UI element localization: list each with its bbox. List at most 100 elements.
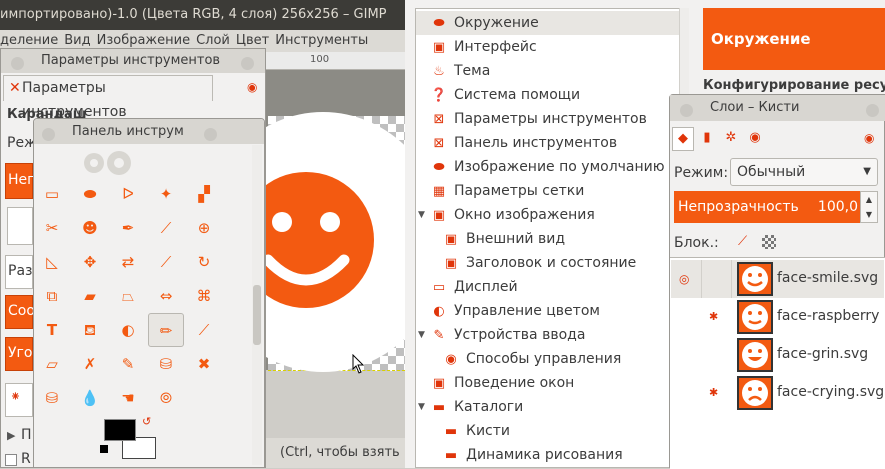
chain-link-icon[interactable]: ✱ [709, 386, 718, 399]
layer-name[interactable]: face-grin.svg [777, 346, 868, 362]
layers-titlebar[interactable]: Слои – Кисти [670, 95, 885, 121]
layer-row-smile[interactable]: ◎ face-smile.svg [671, 260, 884, 298]
size-slider[interactable]: Раз [5, 255, 33, 289]
pref-item[interactable]: ◉ Способы управления [416, 347, 680, 371]
pref-item[interactable]: ▭ Дисплей [416, 275, 680, 299]
bucket-fill-icon[interactable]: ⛾ [72, 313, 108, 347]
pencil-icon[interactable]: ✏ [148, 313, 184, 347]
color-picker-icon[interactable]: ⟋ [148, 211, 184, 245]
ellipse-select-icon[interactable]: ⬬ [72, 177, 108, 211]
pref-item[interactable]: ▬ Кисти [416, 419, 680, 443]
tab-channels-icon[interactable]: ▮ [696, 127, 718, 151]
pref-item[interactable]: ▣ Заголовок и состояние [416, 251, 680, 275]
dock-menu-icon[interactable]: ◉ [864, 131, 874, 145]
expander-arrow-icon[interactable]: ▼ [418, 323, 425, 347]
paths-icon[interactable]: ✒ [110, 211, 146, 245]
layers-list[interactable]: ◎ face-smile.svg ✱ face-raspberry face-g… [670, 257, 885, 469]
chain-link-icon[interactable]: ✱ [709, 310, 718, 323]
pref-item[interactable]: ⬬ Изображение по умолчанию [416, 155, 680, 179]
pref-item[interactable]: ⬬ Окружение [416, 11, 680, 35]
eraser-icon[interactable]: ▱ [34, 347, 70, 381]
expander-arrow-icon[interactable]: ▼ [418, 203, 425, 227]
opacity-slider[interactable]: Непрозрачность 100,0 [674, 191, 860, 223]
dodge-burn-icon[interactable]: ⦾ [148, 381, 184, 415]
foreground-select-icon[interactable]: ☻ [72, 211, 108, 245]
text-icon[interactable]: T [34, 313, 70, 347]
tab-menu-icon[interactable]: ◉ [247, 80, 257, 94]
pref-item[interactable]: ▼ ✎ Устройства ввода [416, 323, 680, 347]
free-select-icon[interactable]: ᐅ [110, 177, 146, 211]
image-canvas[interactable] [238, 112, 408, 374]
shear-icon[interactable]: ▰ [72, 279, 108, 313]
scissors-icon[interactable]: ✂ [34, 211, 70, 245]
pref-item[interactable]: ▦ Параметры сетки [416, 179, 680, 203]
layer-row-raspberry[interactable]: ✱ face-raspberry [671, 298, 884, 336]
brush-preview[interactable] [7, 207, 33, 245]
align-icon[interactable]: ⇄ [110, 245, 146, 279]
rect-select-icon[interactable]: ▭ [34, 177, 70, 211]
heal-icon[interactable]: ✖ [186, 347, 222, 381]
foreground-color-swatch[interactable] [104, 419, 136, 441]
pref-item[interactable]: ▣ Поведение окон [416, 371, 680, 395]
pref-item[interactable]: ▼ ▣ Окно изображения [416, 203, 680, 227]
lock-alpha-icon[interactable] [762, 235, 776, 249]
clone-icon[interactable]: ⛁ [148, 347, 184, 381]
toolbox-titlebar[interactable]: Панель инструм [34, 119, 264, 144]
blend-icon[interactable]: ◐ [110, 313, 146, 347]
airbrush-icon[interactable]: ✗ [72, 347, 108, 381]
layer-name[interactable]: face-raspberry [777, 308, 879, 324]
tab-close-icon[interactable]: ✕ [9, 76, 21, 100]
dynamics-selector[interactable]: ⁕ [5, 383, 33, 417]
pref-item[interactable]: ❓ Система помощи [416, 83, 680, 107]
window-minimize-icon[interactable] [204, 125, 217, 150]
pref-item[interactable]: ▣ Интерфейс [416, 35, 680, 59]
layer-row-grin[interactable]: face-grin.svg [671, 336, 884, 374]
window-menu-icon[interactable] [241, 55, 254, 79]
default-colors-icon[interactable] [100, 445, 108, 453]
lock-pixels-icon[interactable]: ⟋ [738, 234, 747, 249]
cage-icon[interactable]: ⌘ [186, 279, 222, 313]
perspective-icon[interactable]: ⏢ [110, 279, 146, 313]
pref-item[interactable]: ▣ Внешний вид [416, 227, 680, 251]
measure-icon[interactable]: ◺ [34, 245, 70, 279]
expander-arrow-icon[interactable]: ▼ [418, 395, 425, 419]
mode-select[interactable]: Обычный ▼ [730, 158, 878, 186]
layer-row-crying[interactable]: ✱ face-crying.svg [671, 374, 884, 412]
layer-name[interactable]: face-crying.svg [777, 384, 884, 400]
pref-item[interactable]: ♨ Тема [416, 59, 680, 83]
window-minimize-icon[interactable] [866, 101, 879, 127]
zoom-icon[interactable]: ⊕ [186, 211, 222, 245]
toolbox-scrollbar[interactable] [252, 145, 262, 465]
pref-item[interactable]: ▬ Динамика рисования [416, 443, 680, 467]
window-close-icon[interactable] [680, 101, 693, 127]
pref-item[interactable]: ⊠ Параметры инструментов [416, 107, 680, 131]
aspect-ratio-slider[interactable]: Соо [5, 295, 35, 329]
tab-undo-icon[interactable]: ◉ [744, 127, 766, 151]
opacity-spin[interactable]: ▲ ▼ [860, 191, 878, 223]
opacity-slider[interactable]: Непр [5, 163, 45, 199]
select-by-color-icon[interactable]: ▞ [186, 177, 222, 211]
blur-icon[interactable]: 💧 [72, 381, 108, 415]
tool-options-titlebar[interactable]: Параметры инструментов [1, 49, 265, 73]
tab-layers-icon[interactable]: ◆ [672, 127, 694, 151]
smudge-icon[interactable]: ☚ [110, 381, 146, 415]
menu-item-tools[interactable]: Инструменты [275, 30, 374, 52]
layer-name[interactable]: face-smile.svg [777, 270, 878, 286]
paintbrush-icon[interactable]: ⟋ [186, 313, 222, 347]
scale-icon[interactable]: ⧉ [34, 279, 70, 313]
perspective-clone-icon[interactable]: ⛁ [34, 381, 70, 415]
pref-item[interactable]: ◐ Управление цветом [416, 299, 680, 323]
tab-paths-icon[interactable]: ✲ [720, 127, 742, 151]
expander-arrow-icon[interactable]: ▶ [7, 429, 15, 442]
visibility-eye-icon[interactable]: ◎ [679, 272, 689, 286]
checkbox[interactable] [5, 454, 17, 466]
angle-slider[interactable]: Угол [5, 337, 41, 371]
pref-item[interactable]: ⊠ Панель инструментов [416, 131, 680, 155]
horizontal-ruler[interactable]: 100 [265, 52, 405, 70]
flip-icon[interactable]: ⇔ [148, 279, 184, 313]
pref-item[interactable]: ▼ ▬ Каталоги [416, 395, 680, 419]
swap-colors-icon[interactable]: ↺ [142, 415, 151, 428]
rotate-icon[interactable]: ↻ [186, 245, 222, 279]
move-icon[interactable]: ✥ [72, 245, 108, 279]
preferences-category-list[interactable]: ⬬ Окружение ▣ Интерфейс ♨ Тема ❓ Система помощи… [415, 8, 689, 468]
